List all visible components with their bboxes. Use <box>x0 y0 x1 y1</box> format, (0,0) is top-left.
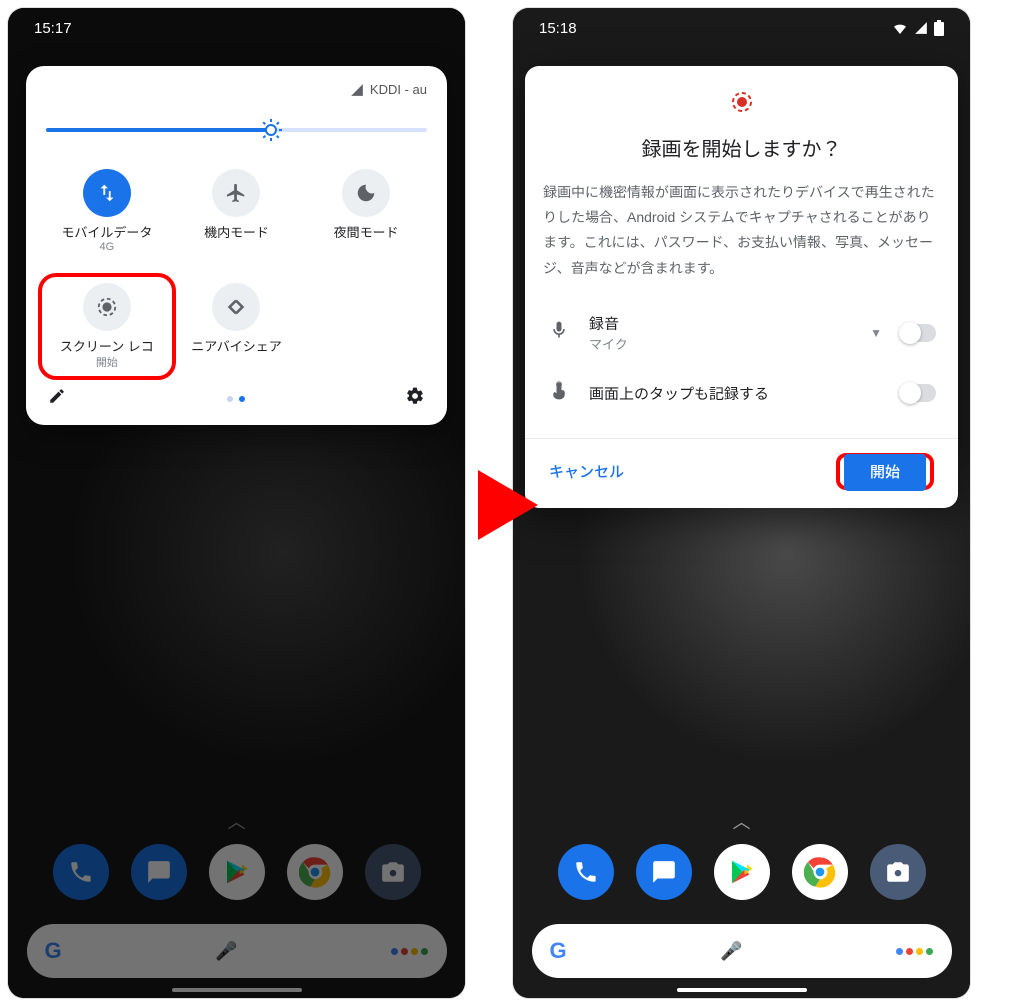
tile-label: 機内モード <box>204 225 269 241</box>
tile-sublabel: 開始 <box>60 354 154 370</box>
tile-label: スクリーン レコ <box>60 339 154 355</box>
page-dot[interactable] <box>239 396 245 402</box>
divider <box>525 438 958 439</box>
option-record-taps[interactable]: 画面上のタップも記録する <box>543 367 940 420</box>
tile-label: モバイルデータ <box>61 225 152 241</box>
chrome-app[interactable] <box>792 844 848 900</box>
dialog-title: 録画を開始しますか？ <box>543 133 940 162</box>
signal-icon <box>350 83 364 97</box>
page-indicator <box>227 396 245 402</box>
qs-tiles: モバイルデータ4G 機内モード 夜間モードスクリーン レコ開始 ニアバイシェア <box>40 163 433 376</box>
toggle-switch[interactable] <box>900 324 936 342</box>
airplane-icon <box>212 169 260 217</box>
qs-tile-night-mode[interactable]: 夜間モード <box>301 163 431 259</box>
camera-app[interactable] <box>870 844 926 900</box>
highlight-frame: 開始 <box>836 453 934 490</box>
dialog-body: 録画中に機密情報が画面に表示されたりデバイスで再生されたりした場合、Androi… <box>543 180 940 281</box>
assistant-icon[interactable] <box>896 948 933 955</box>
wifi-icon <box>892 20 908 36</box>
signal-icon <box>914 21 928 35</box>
gesture-bar[interactable] <box>677 988 807 992</box>
qs-tile-mobile-data[interactable]: モバイルデータ4G <box>42 163 172 259</box>
option-label: 録音 <box>589 313 852 334</box>
battery-icon <box>934 20 944 36</box>
edit-icon[interactable] <box>48 387 66 410</box>
swap-vertical-icon <box>83 169 131 217</box>
brightness-slider[interactable] <box>46 115 427 145</box>
app-drawer-handle[interactable]: ︿ <box>733 808 751 834</box>
qs-tile-airplane-mode[interactable]: 機内モード <box>172 163 302 259</box>
quick-settings-panel: KDDI - au モバイルデータ4G機内モード夜間モードスクリーン レコ開始ニ… <box>26 66 447 425</box>
status-time: 15:17 <box>34 20 72 37</box>
cancel-button[interactable]: キャンセル <box>549 461 624 482</box>
option-record-audio[interactable]: 録音マイク ▼ <box>543 299 940 367</box>
phone-left: ︿ G 🎤 15:17 KDDI - au <box>8 8 465 998</box>
touch-icon <box>547 381 571 406</box>
option-sublabel: マイク <box>589 334 852 353</box>
google-logo: G <box>550 938 567 964</box>
flow-arrow <box>478 470 538 545</box>
status-bar: 15:17 <box>8 8 465 48</box>
tile-label: ニアバイシェア <box>191 339 281 355</box>
qs-tile-screen-record[interactable]: スクリーン レコ開始 <box>38 273 176 381</box>
record-target-icon <box>83 283 131 331</box>
qs-tile-nearby-share[interactable]: ニアバイシェア <box>172 277 302 377</box>
settings-icon[interactable] <box>405 386 425 411</box>
mic-icon <box>547 320 571 345</box>
status-time: 15:18 <box>539 20 577 37</box>
toggle-switch[interactable] <box>900 384 936 402</box>
tile-label: 夜間モード <box>334 225 399 241</box>
brightness-icon[interactable] <box>259 118 283 142</box>
phone-right: ︿ G 🎤 15:18 録画を開始しますか？ 録 <box>513 8 970 998</box>
start-button[interactable]: 開始 <box>844 454 926 491</box>
status-bar: 15:18 <box>513 8 970 48</box>
play-store-app[interactable] <box>714 844 770 900</box>
carrier-label: KDDI - au <box>370 82 427 97</box>
mic-icon[interactable]: 🎤 <box>720 941 742 962</box>
page-dot[interactable] <box>227 396 233 402</box>
option-label: 画面上のタップも記録する <box>589 383 882 404</box>
qs-footer <box>40 376 433 415</box>
slider-fill <box>46 128 267 132</box>
phone-app[interactable] <box>558 844 614 900</box>
record-start-dialog: 録画を開始しますか？ 録画中に機密情報が画面に表示されたりデバイスで再生されたり… <box>525 66 958 508</box>
search-bar[interactable]: G 🎤 <box>532 924 952 978</box>
record-icon <box>543 90 940 119</box>
moon-icon <box>342 169 390 217</box>
nearby-icon <box>212 283 260 331</box>
messages-app[interactable] <box>636 844 692 900</box>
tile-sublabel: 4G <box>61 241 152 253</box>
chevron-down-icon[interactable]: ▼ <box>870 326 882 340</box>
dock <box>558 844 926 900</box>
